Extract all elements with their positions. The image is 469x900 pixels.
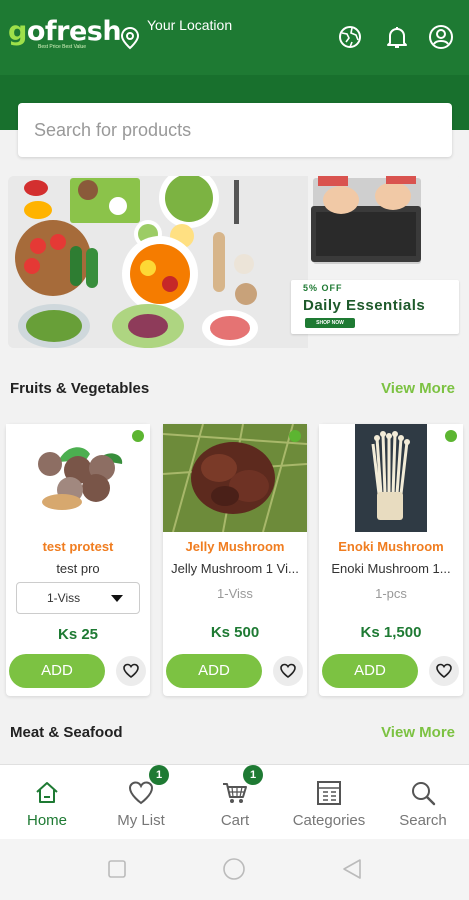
- section-title-meat: Meat & Seafood: [10, 724, 123, 741]
- nav-item-categories[interactable]: Categories: [282, 765, 376, 840]
- product-description: Jelly Mushroom 1 Vi...: [171, 561, 299, 576]
- availability-dot: [289, 430, 301, 442]
- wishlist-button[interactable]: [116, 656, 146, 686]
- product-name[interactable]: Jelly Mushroom: [163, 539, 307, 554]
- product-name[interactable]: test protest: [6, 539, 150, 554]
- search-placeholder: Search for products: [34, 120, 192, 140]
- promo-card: 5% OFF Daily Essentials SHOP NOW: [291, 280, 459, 334]
- nav-item-search[interactable]: Search: [376, 765, 469, 840]
- globe-icon[interactable]: [337, 24, 363, 50]
- location-label[interactable]: Your Location: [147, 17, 232, 33]
- nav-label-my-list: My List: [117, 812, 165, 829]
- shop-now-button[interactable]: SHOP NOW: [305, 318, 355, 328]
- logo-text: gofresh: [8, 16, 122, 47]
- product-card[interactable]: Jelly Mushroom Jelly Mushroom 1 Vi... 1-…: [163, 424, 307, 696]
- location-pin-icon[interactable]: [119, 26, 141, 50]
- nav-item-cart[interactable]: 1 Cart: [188, 765, 282, 840]
- add-to-cart-button[interactable]: ADD: [166, 654, 262, 688]
- add-to-cart-button[interactable]: ADD: [9, 654, 105, 688]
- product-card[interactable]: Enoki Mushroom Enoki Mushroom 1... 1-pcs…: [319, 424, 463, 696]
- search-bar[interactable]: Search for products: [18, 103, 452, 157]
- bell-icon[interactable]: [384, 24, 410, 50]
- heart-icon: [280, 663, 296, 678]
- heart-icon: [128, 781, 154, 805]
- availability-dot: [132, 430, 144, 442]
- categories-icon: [317, 781, 341, 805]
- product-unit: 1-Viss: [217, 586, 253, 601]
- wishlist-button[interactable]: [273, 656, 303, 686]
- unit-select[interactable]: 1-Viss: [16, 582, 140, 614]
- nav-label-categories: Categories: [292, 812, 366, 829]
- product-image: [6, 424, 150, 532]
- product-description: test pro: [56, 561, 100, 576]
- user-circle-icon[interactable]: [428, 24, 454, 50]
- section-title-fruits: Fruits & Vegetables: [10, 380, 150, 397]
- view-more-fruits-link[interactable]: View More: [381, 380, 455, 397]
- nav-item-home[interactable]: Home: [0, 765, 94, 840]
- unit-select-value: 1-Viss: [47, 591, 81, 605]
- caret-down-icon: [111, 595, 123, 602]
- search-icon: [412, 782, 436, 806]
- view-more-meat-link[interactable]: View More: [381, 724, 455, 741]
- system-navigation-bar: [0, 839, 469, 900]
- home-circle-icon[interactable]: [222, 857, 246, 881]
- product-name[interactable]: Enoki Mushroom: [319, 539, 463, 554]
- home-icon: [36, 782, 58, 803]
- back-triangle-icon[interactable]: [340, 857, 364, 881]
- my-list-badge: 1: [149, 765, 169, 785]
- heart-icon: [123, 663, 139, 678]
- promo-banner[interactable]: 5% OFF Daily Essentials SHOP NOW: [8, 176, 463, 348]
- nav-label-cart: Cart: [220, 812, 250, 829]
- promo-title: Daily Essentials: [303, 297, 426, 314]
- gofresh-logo[interactable]: gofresh Best Price Best Value: [8, 16, 122, 51]
- heart-icon: [436, 663, 452, 678]
- add-to-cart-button[interactable]: ADD: [322, 654, 418, 688]
- product-unit: 1-pcs: [375, 586, 407, 601]
- cart-icon: [223, 783, 247, 803]
- bottom-navigation: Home 1 My List 1 Cart Categories Search: [0, 764, 469, 839]
- nav-item-my-list[interactable]: 1 My List: [94, 765, 188, 840]
- product-description: Enoki Mushroom 1...: [331, 561, 451, 576]
- nav-label-home: Home: [26, 812, 67, 829]
- nav-label-search: Search: [399, 812, 447, 829]
- recent-apps-icon[interactable]: [107, 859, 127, 879]
- product-price: Ks 500: [210, 624, 260, 641]
- app-header: gofresh Best Price Best Value Your Locat…: [0, 0, 469, 75]
- product-card[interactable]: test protest test pro 1-Viss Ks 25 ADD: [6, 424, 150, 696]
- product-price: Ks 1,500: [360, 624, 422, 641]
- cart-badge: 1: [243, 765, 263, 785]
- product-image: [319, 424, 463, 532]
- product-price: Ks 25: [57, 626, 99, 643]
- promo-discount: 5% OFF: [303, 283, 343, 293]
- availability-dot: [445, 430, 457, 442]
- wishlist-button[interactable]: [429, 656, 459, 686]
- product-image: [163, 424, 307, 532]
